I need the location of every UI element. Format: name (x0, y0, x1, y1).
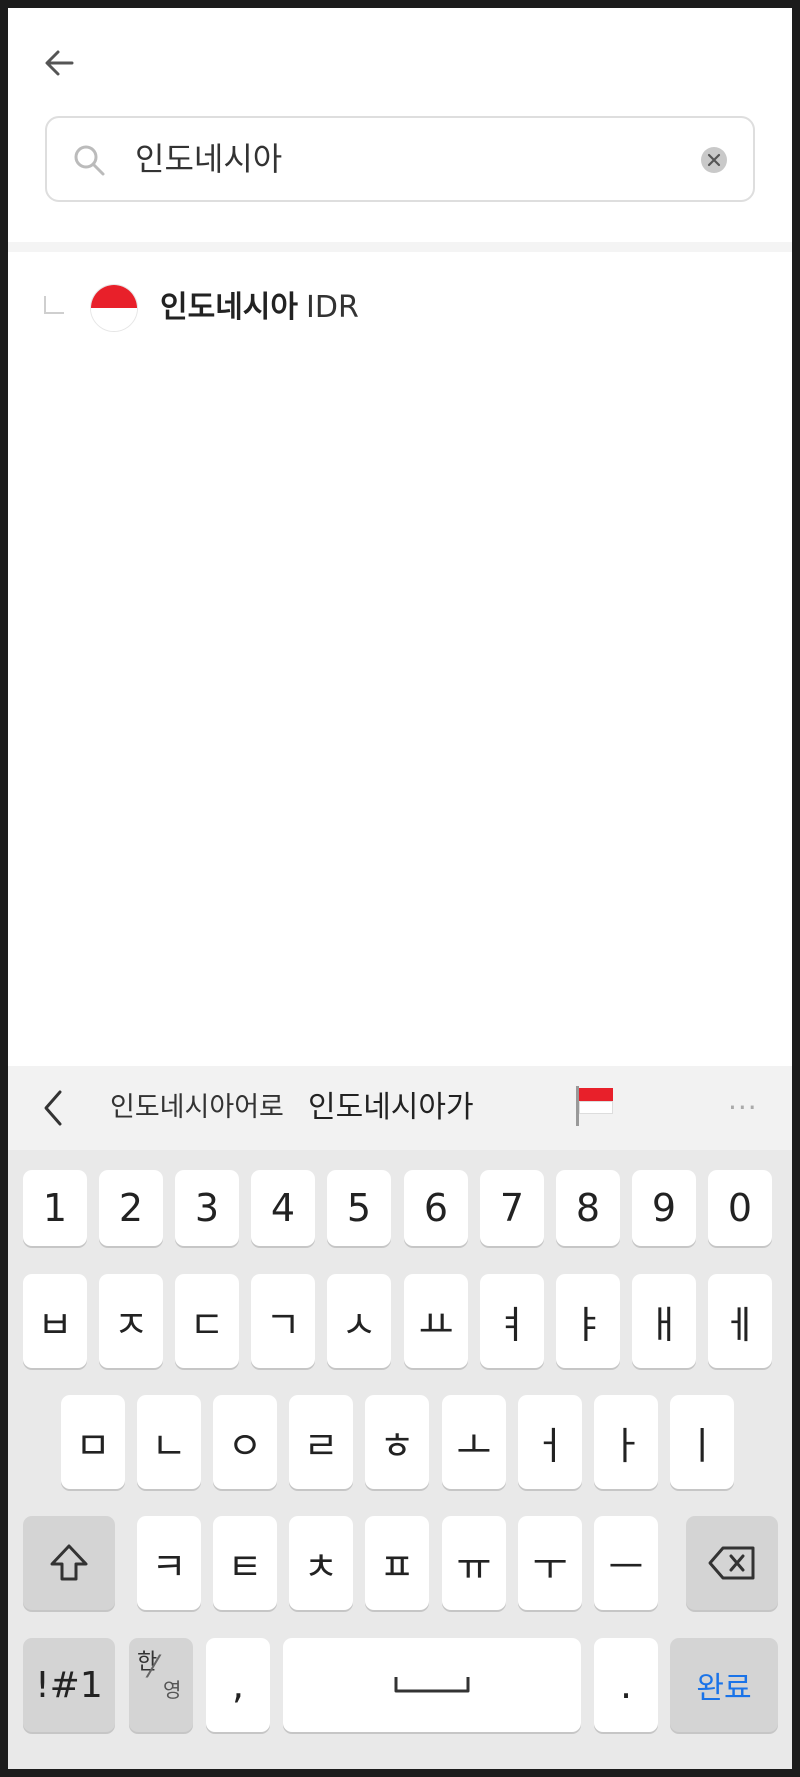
backspace-key[interactable] (686, 1516, 778, 1610)
key-ae[interactable]: ㅐ (632, 1274, 696, 1368)
divider (8, 242, 792, 252)
indonesia-flag-emoji-suggestion[interactable] (576, 1086, 614, 1126)
key-e[interactable]: ㅔ (708, 1274, 772, 1368)
currency-code: IDR (306, 290, 359, 325)
back-button[interactable] (32, 38, 88, 88)
key-a[interactable]: ㅏ (594, 1395, 658, 1489)
key-siot[interactable]: ㅅ (327, 1274, 391, 1368)
comma-key[interactable]: , (206, 1638, 270, 1732)
indonesia-flag-icon (90, 284, 138, 332)
key-ieung[interactable]: ㅇ (213, 1395, 277, 1489)
suggestion-word-2[interactable]: 인도네시아가 (308, 1066, 474, 1150)
key-yu[interactable]: ㅠ (442, 1516, 506, 1610)
slash-glyph: ⁄ (151, 1650, 157, 1685)
space-key[interactable] (283, 1638, 581, 1732)
shift-key[interactable] (23, 1516, 115, 1610)
backspace-icon (708, 1546, 755, 1580)
suggestion-word-1[interactable]: 인도네시아어로 (110, 1066, 284, 1150)
search-icon (74, 145, 105, 176)
more-options-icon[interactable]: ··· (728, 1066, 758, 1150)
tree-connector (44, 296, 64, 314)
period-key[interactable]: . (594, 1638, 658, 1732)
result-item-indonesia[interactable]: 인도네시아 IDR (8, 264, 792, 344)
key-nieun[interactable]: ㄴ (137, 1395, 201, 1489)
close-icon (707, 153, 721, 167)
space-bar-icon (394, 1677, 470, 1693)
country-name: 인도네시아 (160, 290, 298, 325)
key-2[interactable]: 2 (99, 1170, 163, 1246)
key-tieut[interactable]: ㅌ (213, 1516, 277, 1610)
key-0[interactable]: 0 (708, 1170, 772, 1246)
key-3[interactable]: 3 (175, 1170, 239, 1246)
key-yo[interactable]: ㅛ (404, 1274, 468, 1368)
key-rieul[interactable]: ㄹ (289, 1395, 353, 1489)
key-jieut[interactable]: ㅈ (99, 1274, 163, 1368)
key-pieup[interactable]: ㅍ (365, 1516, 429, 1610)
key-ya[interactable]: ㅑ (556, 1274, 620, 1368)
suggestion-back-button[interactable] (34, 1084, 74, 1132)
keyboard-suggestion-bar: 인도네시아어로 인도네시아가 ··· (8, 1066, 792, 1150)
key-9[interactable]: 9 (632, 1170, 696, 1246)
keyboard: 1 2 3 4 5 6 7 8 9 0 ㅂ ㅈ ㄷ ㄱ ㅅ ㅛ ㅕ ㅑ ㅐ ㅔ … (8, 1150, 792, 1769)
key-8[interactable]: 8 (556, 1170, 620, 1246)
screen: 인도네시아 인도네시아 IDR 인도네시아어로 인도네시아가 ··· 1 2 3… (8, 8, 792, 1769)
arrow-left-icon (45, 50, 74, 76)
yeong-label: 영 (163, 1678, 182, 1702)
search-value[interactable]: 인도네시아 (135, 118, 282, 200)
key-4[interactable]: 4 (251, 1170, 315, 1246)
key-hieut[interactable]: ㅎ (365, 1395, 429, 1489)
key-eu[interactable]: ㅡ (594, 1516, 658, 1610)
key-kieuk[interactable]: ㅋ (137, 1516, 201, 1610)
key-o[interactable]: ㅗ (442, 1395, 506, 1489)
key-bieup[interactable]: ㅂ (23, 1274, 87, 1368)
key-eo[interactable]: ㅓ (518, 1395, 582, 1489)
key-7[interactable]: 7 (480, 1170, 544, 1246)
key-giyeok[interactable]: ㄱ (251, 1274, 315, 1368)
key-yeo[interactable]: ㅕ (480, 1274, 544, 1368)
key-i[interactable]: ㅣ (670, 1395, 734, 1489)
key-digeut[interactable]: ㄷ (175, 1274, 239, 1368)
key-mieum[interactable]: ㅁ (61, 1395, 125, 1489)
symbols-key[interactable]: !#1 (23, 1638, 115, 1732)
clear-search-button[interactable] (701, 147, 727, 173)
done-key[interactable]: 완료 (670, 1638, 778, 1732)
chevron-left-icon (44, 1090, 62, 1126)
search-input[interactable]: 인도네시아 (45, 116, 755, 202)
shift-arrow-icon (50, 1544, 88, 1581)
key-6[interactable]: 6 (404, 1170, 468, 1246)
key-chieut[interactable]: ㅊ (289, 1516, 353, 1610)
key-5[interactable]: 5 (327, 1170, 391, 1246)
result-label: 인도네시아 IDR (160, 264, 359, 352)
language-toggle-key[interactable]: 한 ⁄ 영 (129, 1638, 193, 1732)
key-u[interactable]: ㅜ (518, 1516, 582, 1610)
key-1[interactable]: 1 (23, 1170, 87, 1246)
